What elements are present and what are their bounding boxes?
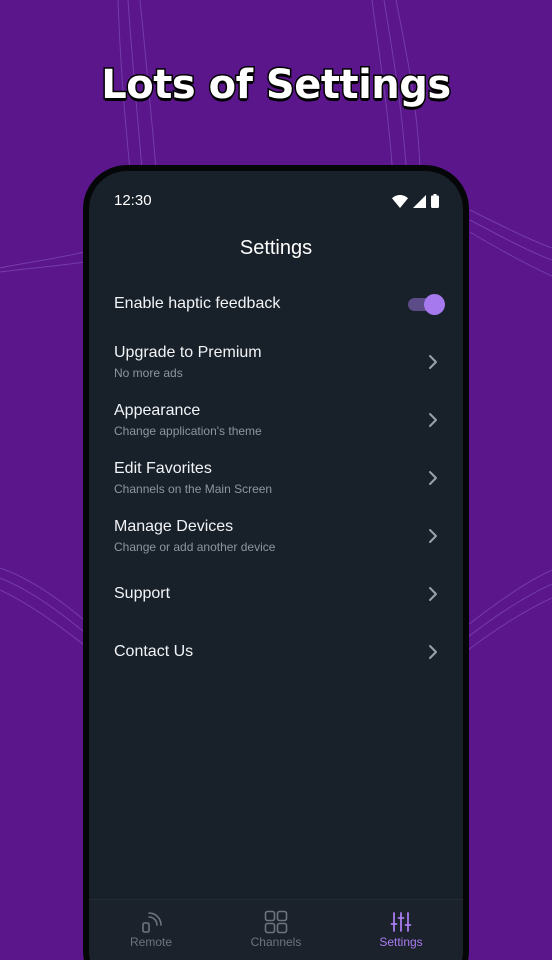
settings-row-subtitle: Change application's theme	[114, 424, 262, 438]
settings-row-appearance[interactable]: Appearance Change application's theme	[89, 391, 463, 449]
battery-icon	[431, 194, 439, 208]
remote-cast-icon	[142, 912, 162, 933]
settings-row-label: Contact Us	[114, 643, 194, 660]
status-time: 12:30	[114, 192, 152, 209]
nav-channels[interactable]: Channels	[214, 900, 338, 960]
nav-label: Channels	[250, 935, 302, 949]
nav-label: Remote	[129, 935, 173, 949]
settings-row-haptic[interactable]: Enable haptic feedback	[89, 275, 463, 333]
settings-row-subtitle: Change or add another device	[114, 540, 276, 554]
promo-headline: Lots of Settings	[100, 61, 453, 110]
phone-frame: 12:30 Settings Enable haptic feedback Up…	[83, 165, 469, 960]
settings-row-devices[interactable]: Manage Devices Change or add another dev…	[89, 507, 463, 565]
settings-row-label: Edit Favorites	[114, 460, 212, 477]
settings-row-subtitle: No more ads	[114, 366, 183, 380]
chevron-right-icon	[429, 355, 437, 369]
settings-row-label: Manage Devices	[114, 518, 234, 535]
grid-icon	[264, 910, 288, 934]
bottom-navigation: Remote Channels Settings	[89, 899, 463, 960]
chevron-right-icon	[429, 587, 437, 601]
settings-row-label: Upgrade to Premium	[114, 344, 262, 361]
nav-remote[interactable]: Remote	[89, 900, 213, 960]
status-icons	[392, 193, 439, 209]
wifi-icon	[392, 194, 408, 208]
nav-settings[interactable]: Settings	[339, 900, 463, 960]
chevron-right-icon	[429, 645, 437, 659]
settings-row-label: Enable haptic feedback	[114, 295, 281, 312]
settings-row-label: Appearance	[114, 402, 201, 419]
nav-label: Settings	[379, 935, 423, 949]
sliders-icon	[390, 912, 412, 932]
chevron-right-icon	[429, 529, 437, 543]
settings-row-subtitle: Channels on the Main Screen	[114, 482, 273, 496]
status-bar: 12:30	[89, 191, 463, 211]
toggle-thumb	[424, 294, 445, 315]
settings-row-label: Support	[114, 585, 171, 602]
settings-row-support[interactable]: Support	[89, 565, 463, 623]
chevron-right-icon	[429, 413, 437, 427]
settings-row-premium[interactable]: Upgrade to Premium No more ads	[89, 333, 463, 391]
settings-row-contact[interactable]: Contact Us	[89, 623, 463, 681]
settings-row-favorites[interactable]: Edit Favorites Channels on the Main Scre…	[89, 449, 463, 507]
chevron-right-icon	[429, 471, 437, 485]
phone-screen: 12:30 Settings Enable haptic feedback Up…	[89, 171, 463, 960]
screen-title: Settings	[239, 237, 313, 259]
haptic-toggle[interactable]	[406, 292, 446, 316]
signal-icon	[413, 194, 426, 208]
